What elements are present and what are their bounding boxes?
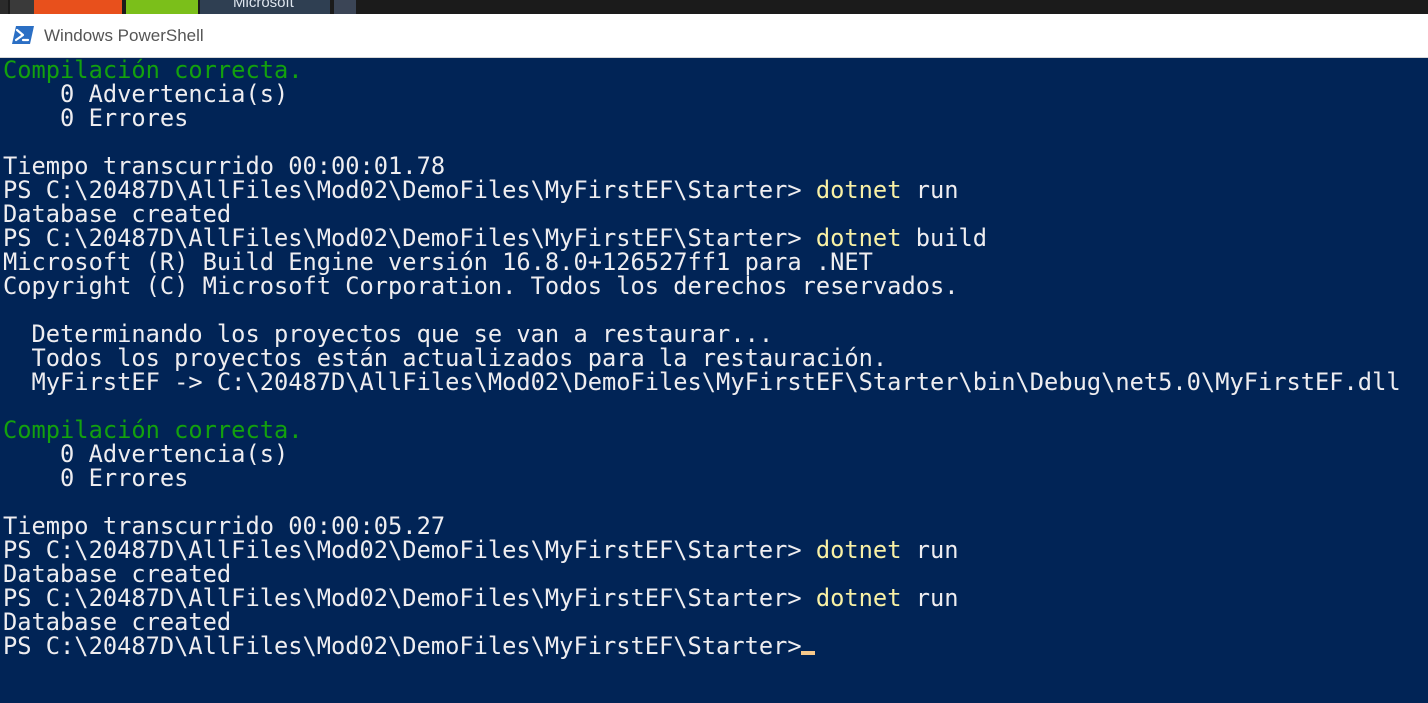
- prompt-line: PS C:\20487D\AllFiles\Mod02\DemoFiles\My…: [3, 634, 816, 658]
- desktop-background-strip: Microsoft: [0, 0, 1428, 14]
- taskbar-tile-green[interactable]: [126, 0, 198, 14]
- command-args: build: [901, 224, 988, 252]
- success-message: Compilación correcta.: [3, 416, 303, 444]
- command-name: dotnet: [815, 584, 902, 612]
- command-args: run: [901, 176, 959, 204]
- command-args: run: [901, 536, 959, 564]
- command-name: dotnet: [815, 176, 902, 204]
- output-line: 0 Errores: [3, 104, 189, 132]
- output-line: 0 Errores: [3, 464, 189, 492]
- success-message: Compilación correcta.: [3, 58, 303, 84]
- output-line: Determinando los proyectos que se van a …: [3, 320, 774, 348]
- taskbar-tile-dark[interactable]: [334, 0, 356, 14]
- output-line: Microsoft (R) Build Engine versión 16.8.…: [3, 248, 873, 276]
- powershell-icon: [12, 26, 34, 44]
- prompt-line: PS C:\20487D\AllFiles\Mod02\DemoFiles\My…: [3, 586, 959, 610]
- command-name: dotnet: [815, 536, 902, 564]
- output-line: 0 Advertencia(s): [3, 440, 289, 468]
- console-output-area[interactable]: Compilación correcta. 0 Advertencia(s) 0…: [0, 58, 1428, 703]
- output-line: Database created: [3, 200, 232, 228]
- output-line: Tiempo transcurrido 00:00:01.78: [3, 152, 446, 180]
- taskbar-tile-microsoft[interactable]: Microsoft: [200, 0, 330, 14]
- title-bar[interactable]: Windows PowerShell: [0, 14, 1428, 58]
- output-line: Tiempo transcurrido 00:00:05.27: [3, 512, 446, 540]
- output-line: Database created: [3, 608, 232, 636]
- output-line: 0 Advertencia(s): [3, 80, 289, 108]
- prompt-text: PS C:\20487D\AllFiles\Mod02\DemoFiles\My…: [3, 632, 816, 660]
- taskbar-tile[interactable]: [10, 0, 34, 14]
- prompt-line: PS C:\20487D\AllFiles\Mod02\DemoFiles\My…: [3, 226, 987, 250]
- prompt-line: PS C:\20487D\AllFiles\Mod02\DemoFiles\My…: [3, 178, 959, 202]
- command-args: run: [901, 584, 959, 612]
- text-cursor: [801, 651, 815, 655]
- output-line: Todos los proyectos están actualizados p…: [3, 344, 888, 372]
- desktop-edge: [0, 0, 8, 14]
- background-window-label: Microsoft: [233, 0, 294, 11]
- output-line: Database created: [3, 560, 232, 588]
- prompt-line: PS C:\20487D\AllFiles\Mod02\DemoFiles\My…: [3, 538, 959, 562]
- output-line: MyFirstEF -> C:\20487D\AllFiles\Mod02\De…: [3, 368, 1401, 396]
- taskbar-tile-orange[interactable]: [34, 0, 122, 14]
- output-line: Copyright (C) Microsoft Corporation. Tod…: [3, 272, 959, 300]
- window-title: Windows PowerShell: [44, 26, 204, 45]
